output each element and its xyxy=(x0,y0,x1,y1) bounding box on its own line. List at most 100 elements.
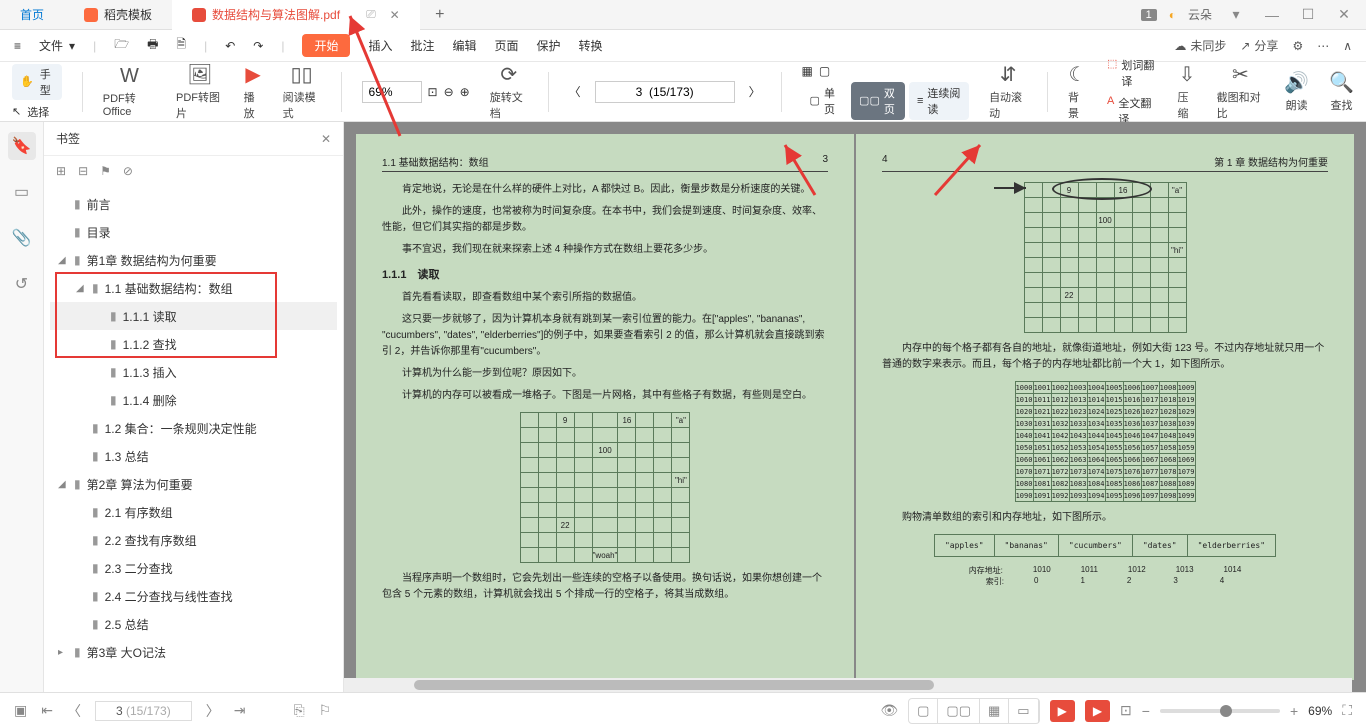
menu-insert[interactable]: 插入 xyxy=(368,37,392,54)
chevron-down-icon[interactable]: ▾ xyxy=(69,39,75,53)
bookmark-item[interactable]: ◢▮第1章 数据结构为何重要 xyxy=(50,246,337,274)
tool-play[interactable]: ▶播放 xyxy=(244,62,263,121)
bookmark-item[interactable]: ▮目录 xyxy=(50,218,337,246)
sb-prev-icon[interactable]: 〈 xyxy=(67,701,81,721)
sb-fit-icon[interactable]: ⊡ xyxy=(1120,702,1132,719)
menu-edit[interactable]: 编辑 xyxy=(452,37,476,54)
zoom-out-icon[interactable]: ⊖ xyxy=(444,85,454,99)
save-icon[interactable]: 🗎 xyxy=(176,35,186,56)
nav-prev[interactable]: 〈 xyxy=(569,83,581,100)
tool-autoscroll[interactable]: ⇵自动滚动 xyxy=(989,62,1027,121)
panel-close[interactable]: ✕ xyxy=(321,132,331,146)
print-icon[interactable]: 🖶 xyxy=(147,35,158,56)
notif-badge[interactable]: 1 xyxy=(1141,9,1157,21)
bookmark-item[interactable]: ▸▮第3章 大O记法 xyxy=(50,638,337,666)
sb-play1[interactable]: ▶ xyxy=(1050,700,1075,722)
view-cont[interactable]: ≡连续阅读 xyxy=(909,82,969,120)
menu-start[interactable]: 开始 xyxy=(302,34,350,57)
collapse-icon[interactable]: ∧ xyxy=(1343,39,1352,53)
window-min[interactable]: — xyxy=(1260,7,1284,23)
content-area[interactable]: 1 1.1 基础数据结构：数组3 肯定地说，无论是在什么样的硬件上对比，A 都快… xyxy=(344,122,1366,692)
tool-read[interactable]: 🔊朗读 xyxy=(1284,70,1309,113)
bookmark-item[interactable]: ▮1.1.3 插入 xyxy=(50,358,337,386)
menu-convert[interactable]: 转换 xyxy=(579,37,603,54)
bm-expand-icon[interactable]: ⊞ xyxy=(56,164,66,178)
present-icon[interactable]: ⎚ xyxy=(366,7,376,22)
bm-collapse-icon[interactable]: ⊟ xyxy=(78,164,88,178)
zoom-slider[interactable] xyxy=(1160,709,1280,713)
share-button[interactable]: ↗分享 xyxy=(1240,37,1278,54)
sb-fullscreen-icon[interactable]: ⛶ xyxy=(1342,702,1352,719)
side-history[interactable]: ↺ xyxy=(8,270,36,298)
redo-icon[interactable]: ↷ xyxy=(253,39,263,53)
tab-shell[interactable]: 稻壳模板 xyxy=(64,0,172,30)
bm-del-icon[interactable]: ⊘ xyxy=(123,164,133,178)
sb-export-icon[interactable]: ⎘ xyxy=(293,702,304,719)
tab-add[interactable]: + xyxy=(420,6,460,24)
sb-next-icon[interactable]: 〉 xyxy=(206,701,220,721)
tool-bg[interactable]: ☾背景 xyxy=(1068,62,1087,121)
menu-file[interactable]: 文件 xyxy=(39,37,63,54)
sb-first-icon[interactable]: ⇤ xyxy=(41,702,53,719)
bookmark-item[interactable]: ▮1.1.4 删除 xyxy=(50,386,337,414)
sb-play2[interactable]: ▶ xyxy=(1085,700,1110,722)
sb-zoomout-icon[interactable]: − xyxy=(1142,703,1150,719)
tool-wordtrans[interactable]: ⬚划词翻译 xyxy=(1107,57,1158,89)
bookmark-item[interactable]: ▮2.5 总结 xyxy=(50,610,337,638)
bookmark-item[interactable]: ▮1.3 总结 xyxy=(50,442,337,470)
tab-document[interactable]: 数据结构与算法图解.pdf⎚✕ xyxy=(172,0,420,30)
window-close[interactable]: ✕ xyxy=(1332,6,1356,23)
multipage-icon[interactable]: ▦ xyxy=(802,64,813,78)
menu-page[interactable]: 页面 xyxy=(495,37,519,54)
undo-icon[interactable]: ↶ xyxy=(225,39,235,53)
hscroll-thumb[interactable] xyxy=(414,680,934,690)
tab-home[interactable]: 首页 xyxy=(0,0,64,30)
tab-close[interactable]: ✕ xyxy=(390,8,400,22)
bookmark-item[interactable]: ◢▮第2章 算法为何重要 xyxy=(50,470,337,498)
tool-crop[interactable]: ✂截图和对比 xyxy=(1217,62,1265,121)
window-max[interactable]: ☐ xyxy=(1296,6,1320,23)
sb-pager[interactable]: 3 (15/173) xyxy=(95,701,192,721)
sb-flag-icon[interactable]: ⚐ xyxy=(319,702,332,719)
tool-compress[interactable]: ⇩压缩 xyxy=(1178,62,1197,121)
slider-knob[interactable] xyxy=(1220,705,1232,717)
tool-pdf2office[interactable]: WPDF转Office xyxy=(103,65,156,118)
sb-view-mode[interactable]: ▢▢▢▦▭ xyxy=(908,698,1039,724)
page-input[interactable] xyxy=(595,81,735,103)
hamburger-icon[interactable]: ≡ xyxy=(14,39,21,53)
bookmark-item[interactable]: ▮2.3 二分查找 xyxy=(50,554,337,582)
tool-readmode[interactable]: ▯▯阅读模式 xyxy=(283,62,321,121)
tool-select[interactable]: ↖选择 xyxy=(12,104,62,120)
view-single[interactable]: ▢单页 xyxy=(802,82,848,120)
bookmark-item[interactable]: ▮前言 xyxy=(50,190,337,218)
tool-find[interactable]: 🔍查找 xyxy=(1329,70,1354,113)
sb-last-icon[interactable]: ⇥ xyxy=(234,702,246,719)
tool-pdf2img[interactable]: 🖼PDF转图片 xyxy=(176,62,224,121)
bookmark-item[interactable]: ▮2.1 有序数组 xyxy=(50,498,337,526)
sync-status[interactable]: ☁未同步 xyxy=(1174,37,1226,54)
bookmark-item[interactable]: ▮1.1.2 查找 xyxy=(50,330,337,358)
more-icon[interactable]: ⋯ xyxy=(1317,39,1329,53)
avatar-icon[interactable]: ◐ xyxy=(1169,8,1176,22)
cloud-user[interactable]: 云朵 xyxy=(1188,6,1212,23)
bookmark-item[interactable]: ▮2.4 二分查找与线性查找 xyxy=(50,582,337,610)
sb-zoomin-icon[interactable]: + xyxy=(1290,703,1298,719)
menu-comment[interactable]: 批注 xyxy=(410,37,434,54)
side-attach[interactable]: 📎 xyxy=(8,224,36,252)
bm-flag-icon[interactable]: ⚑ xyxy=(100,164,111,178)
settings-icon[interactable]: ⚙ xyxy=(1292,39,1303,53)
side-thumb[interactable]: ▭ xyxy=(8,178,36,206)
bookmark-item[interactable]: ▮2.2 查找有序数组 xyxy=(50,526,337,554)
zoom-in-icon[interactable]: ⊕ xyxy=(460,85,470,99)
tool-hand[interactable]: ✋手型 xyxy=(12,64,62,100)
singlepage-icon[interactable]: ▢ xyxy=(819,64,830,78)
bookmark-item[interactable]: ▮1.2 集合：一条规则决定性能 xyxy=(50,414,337,442)
tool-rotate[interactable]: ⟳旋转文档 xyxy=(490,62,528,121)
zoom-input[interactable] xyxy=(362,81,422,103)
bookmark-item[interactable]: ◢▮1.1 基础数据结构：数组 xyxy=(50,274,337,302)
nav-next[interactable]: 〉 xyxy=(749,83,761,100)
bookmark-item[interactable]: ▮1.1.1 读取 xyxy=(50,302,337,330)
hscrollbar[interactable] xyxy=(344,678,1352,692)
sb-panel-icon[interactable]: ▣ xyxy=(14,702,27,719)
menu-protect[interactable]: 保护 xyxy=(537,37,561,54)
